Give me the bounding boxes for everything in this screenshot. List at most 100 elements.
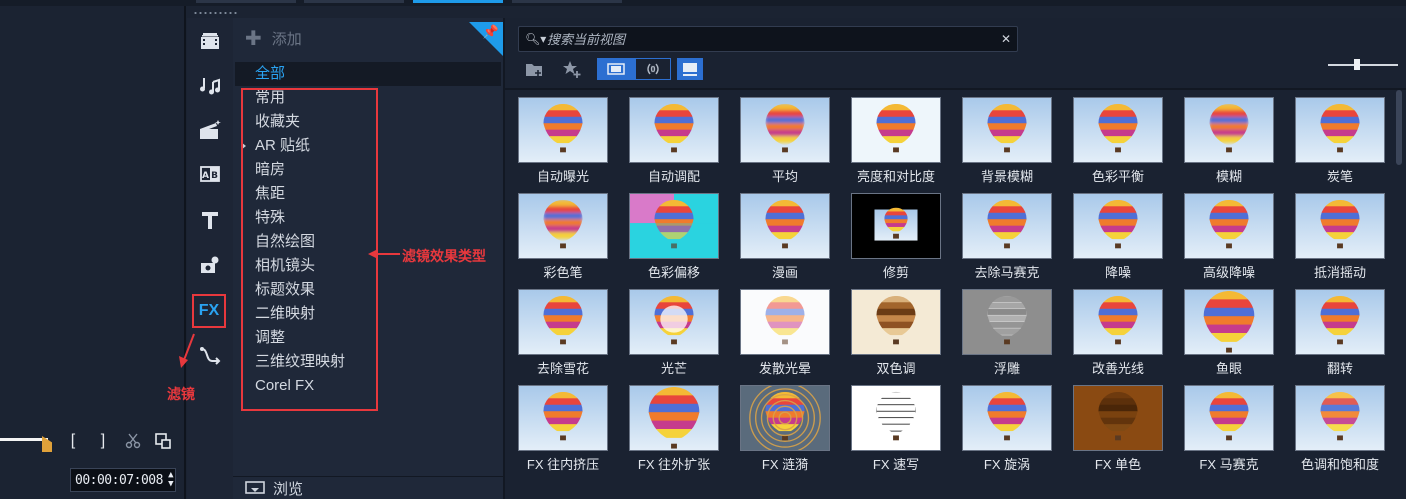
media-icon[interactable]	[195, 26, 225, 56]
filter-thumbnail[interactable]: 炭笔	[1290, 94, 1401, 190]
filter-preview-image	[629, 385, 719, 451]
filter-thumbnail[interactable]: FX 往外扩张	[624, 382, 735, 478]
browse-icon	[245, 480, 265, 494]
filter-thumbnail[interactable]: 自动调配	[624, 94, 735, 190]
filter-preview-image	[962, 193, 1052, 259]
filter-thumbnail[interactable]: 色彩平衡	[1068, 94, 1179, 190]
timecode-field[interactable]: 00:00:07:008 ▲ ▼	[70, 468, 176, 492]
add-folder-icon[interactable]	[521, 58, 547, 80]
filter-grid: 自动曝光 自动调配 平均 亮度和对比度 背景模糊 色彩平衡 模糊 炭笔 彩色笔 色彩偏移 漫画 修剪去…	[513, 94, 1393, 478]
filter-label: 色调和饱和度	[1300, 457, 1379, 472]
pin-icon[interactable]: 📌	[483, 24, 499, 40]
add-favorite-icon[interactable]	[559, 58, 585, 80]
transition-icon[interactable]: AB	[195, 159, 225, 189]
filter-preview-image	[1184, 289, 1274, 355]
filter-thumbnail[interactable]: 高级降噪	[1179, 190, 1290, 286]
filter-thumbnail[interactable]: 改善光线	[1068, 286, 1179, 382]
view-video-filter-icon[interactable]	[597, 58, 635, 80]
filter-label: FX 单色	[1094, 457, 1142, 472]
filter-preview-image	[1295, 97, 1385, 163]
filter-thumbnail[interactable]: 平均	[735, 94, 846, 190]
panel-divider[interactable]	[184, 6, 186, 499]
mark-out-button[interactable]: ]	[92, 430, 114, 452]
filter-thumbnail[interactable]: 抵消摇动	[1290, 190, 1401, 286]
audio-icon[interactable]	[195, 70, 225, 100]
filter-label: 背景模糊	[980, 169, 1033, 184]
filter-label: 亮度和对比度	[856, 169, 935, 184]
filter-label: 修剪	[882, 265, 909, 280]
top-tab[interactable]	[196, 0, 296, 3]
filter-label: FX 旋涡	[983, 457, 1031, 472]
category-annotation-box	[241, 88, 378, 411]
enlarge-preview-icon[interactable]	[152, 430, 174, 452]
filter-label: 光芒	[660, 361, 687, 376]
filter-thumbnail[interactable]: 亮度和对比度	[846, 94, 957, 190]
top-tab[interactable]	[512, 0, 622, 3]
filter-thumbnail[interactable]: 模糊	[1179, 94, 1290, 190]
filter-thumbnail[interactable]: 修剪	[846, 190, 957, 286]
filter-thumbnail[interactable]: 色调和饱和度	[1290, 382, 1401, 478]
filter-thumbnail[interactable]: 漫画	[735, 190, 846, 286]
thumbnail-size-slider[interactable]	[1328, 59, 1398, 70]
scrub-bar[interactable]	[0, 438, 48, 441]
filter-thumbnail[interactable]: FX 往内挤压	[513, 382, 624, 478]
add-label: 添加	[271, 31, 302, 48]
filter-label: 浮雕	[993, 361, 1020, 376]
filter-preview-image	[1073, 385, 1163, 451]
filter-label: 漫画	[771, 265, 798, 280]
timecode-spinner-icon[interactable]: ▲ ▼	[168, 471, 173, 489]
filter-thumbnail[interactable]: FX 速写	[846, 382, 957, 478]
filter-preview-image	[740, 385, 830, 451]
filter-thumbnail[interactable]: 鱼眼	[1179, 286, 1290, 382]
filter-thumbnail[interactable]: 发散光晕	[735, 286, 846, 382]
filter-thumbnail[interactable]: 去除马赛克	[957, 190, 1068, 286]
slider-knob[interactable]	[1354, 59, 1360, 70]
view-audio-filter-icon[interactable]	[635, 58, 671, 80]
filter-thumbnail[interactable]: 双色调	[846, 286, 957, 382]
filter-thumbnail[interactable]: FX 马赛克	[1179, 382, 1290, 478]
filter-label: 色彩平衡	[1091, 169, 1144, 184]
browse-button[interactable]: 浏览	[245, 478, 303, 499]
filter-preview-image	[962, 385, 1052, 451]
top-tab[interactable]	[304, 0, 404, 3]
gallery-divider	[505, 88, 1406, 90]
graphics-icon[interactable]	[195, 250, 225, 280]
filter-thumbnail[interactable]: FX 涟漪	[735, 382, 846, 478]
filter-thumbnail[interactable]: 自动曝光	[513, 94, 624, 190]
filter-thumbnail[interactable]: 降噪	[1068, 190, 1179, 286]
view-layout-icon[interactable]	[677, 58, 703, 80]
filter-preview-image	[740, 97, 830, 163]
filter-preview-image	[851, 97, 941, 163]
filter-thumbnail[interactable]: 光芒	[624, 286, 735, 382]
filter-label: 改善光线	[1091, 361, 1144, 376]
filter-thumbnail[interactable]: 翻转	[1290, 286, 1401, 382]
filter-thumbnail[interactable]: 浮雕	[957, 286, 1068, 382]
browse-label: 浏览	[273, 481, 304, 498]
timecode-value: 00:00:07:008	[75, 472, 163, 488]
category-item-all[interactable]: 全部	[255, 62, 345, 86]
filter-preview-image	[962, 97, 1052, 163]
filter-fx-button[interactable]: FX	[192, 294, 226, 328]
search-input[interactable]	[547, 31, 995, 47]
mark-in-button[interactable]: [	[62, 430, 84, 452]
filter-label: 炭笔	[1326, 169, 1353, 184]
filter-label: 模糊	[1215, 169, 1242, 184]
search-icon[interactable]: 🔍︎▾	[525, 32, 547, 46]
path-icon[interactable]	[195, 340, 225, 370]
filter-thumbnail[interactable]: 背景模糊	[957, 94, 1068, 190]
filter-thumbnail[interactable]: FX 单色	[1068, 382, 1179, 478]
add-button[interactable]: ✚ 添加	[245, 28, 302, 49]
filter-preview-image	[1073, 97, 1163, 163]
clear-search-icon[interactable]: ✕	[995, 32, 1017, 46]
split-clip-icon[interactable]	[122, 430, 144, 452]
title-icon[interactable]	[195, 205, 225, 235]
instant-project-icon[interactable]	[195, 115, 225, 145]
filter-thumbnail[interactable]: FX 旋涡	[957, 382, 1068, 478]
filter-thumbnail[interactable]: 色彩偏移	[624, 190, 735, 286]
video-editor-window: [ ] 00:00:07:008 ▲ ▼ AB FX ✚ 添加 📌 全部 常用 …	[0, 0, 1406, 499]
filter-thumbnail[interactable]: 彩色笔	[513, 190, 624, 286]
filter-preview-image	[518, 385, 608, 451]
top-tab-active[interactable]	[413, 0, 503, 3]
panel-grip[interactable]	[193, 11, 239, 15]
filter-thumbnail[interactable]: 去除雪花	[513, 286, 624, 382]
